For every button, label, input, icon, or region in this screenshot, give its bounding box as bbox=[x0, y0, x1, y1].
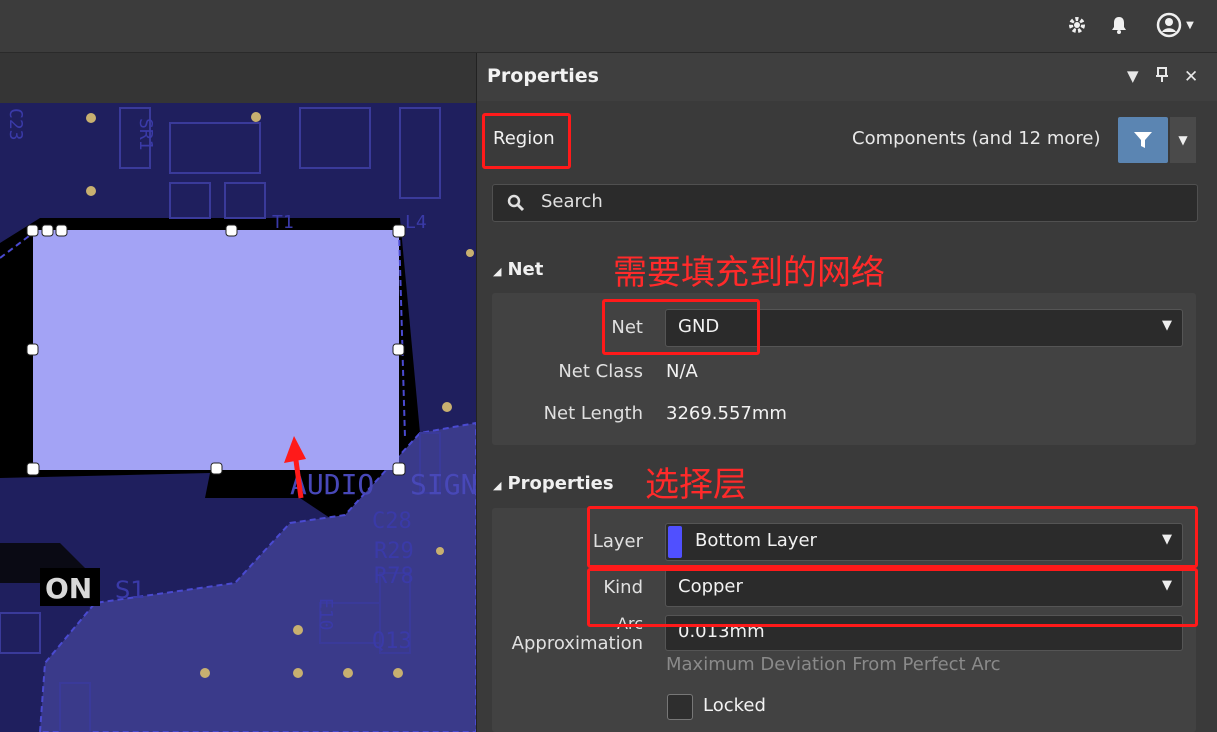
layer-select[interactable]: Bottom Layer ▼ bbox=[665, 523, 1183, 561]
pcb-text-sign: SIGN bbox=[410, 468, 476, 501]
panel-title: Properties bbox=[487, 65, 599, 87]
collapse-triangle-icon: ◢ bbox=[493, 265, 502, 278]
panel-header: Properties ▼ ✕ bbox=[477, 53, 1217, 101]
kind-value: Copper bbox=[678, 576, 743, 597]
locked-label: Locked bbox=[703, 695, 766, 716]
search-placeholder: Search bbox=[541, 191, 603, 212]
pcb-text-t1: T1 bbox=[272, 212, 294, 233]
kind-label: Kind bbox=[603, 577, 643, 598]
pcb-text-c28: C28 bbox=[372, 509, 412, 534]
filter-summary: Components (and 12 more) bbox=[852, 128, 1101, 149]
net-label: Net bbox=[611, 317, 643, 338]
pcb-text-q13: Q13 bbox=[372, 629, 412, 654]
net-select[interactable]: GND ▼ bbox=[665, 309, 1183, 347]
panel-menu-icon[interactable]: ▼ bbox=[1127, 67, 1139, 85]
selected-region[interactable] bbox=[0, 229, 406, 470]
search-input[interactable]: Search bbox=[492, 184, 1198, 222]
object-type-label: Region bbox=[493, 128, 555, 149]
net-class-label: Net Class bbox=[558, 361, 643, 382]
user-account-icon[interactable]: ▼ bbox=[1150, 12, 1200, 38]
filter-button[interactable] bbox=[1118, 117, 1168, 163]
gear-icon[interactable] bbox=[1064, 12, 1090, 38]
properties-section-title: Properties bbox=[507, 473, 614, 494]
pcb-text-r78: R78 bbox=[374, 564, 414, 589]
layer-color-swatch bbox=[668, 526, 682, 558]
pcb-text-s1: S1 bbox=[115, 576, 146, 604]
pcb-text-c23: C23 bbox=[5, 108, 26, 141]
kind-select[interactable]: Copper ▼ bbox=[665, 569, 1183, 607]
net-length-label: Net Length bbox=[543, 403, 643, 424]
properties-section-header[interactable]: ◢ Properties bbox=[493, 473, 614, 494]
chevron-down-icon: ▼ bbox=[1162, 532, 1172, 547]
pcb-text-e10: E10 bbox=[315, 598, 336, 631]
arc-approximation-input[interactable]: 0.013mm bbox=[665, 615, 1183, 651]
top-bar: ▼ bbox=[0, 0, 1217, 53]
arc-approximation-label: Arc Approximation bbox=[497, 616, 643, 656]
net-section-title: Net bbox=[507, 259, 544, 280]
arc-approximation-hint: Maximum Deviation From Perfect Arc bbox=[666, 654, 1001, 675]
arc-label-line2: Approximation bbox=[511, 633, 643, 654]
net-value: GND bbox=[678, 316, 720, 337]
bell-icon[interactable] bbox=[1106, 12, 1132, 38]
locked-checkbox[interactable] bbox=[667, 694, 693, 720]
net-section-header[interactable]: ◢ Net bbox=[493, 259, 543, 280]
net-class-value: N/A bbox=[666, 361, 698, 382]
chevron-down-icon: ▼ bbox=[1186, 19, 1194, 31]
pcb-text-on: ON bbox=[45, 572, 92, 605]
arc-approximation-value: 0.013mm bbox=[678, 621, 765, 642]
net-length-value: 3269.557mm bbox=[666, 403, 787, 424]
search-icon bbox=[507, 194, 525, 212]
document-tab-strip bbox=[0, 53, 476, 103]
arc-label-line1: Arc bbox=[617, 614, 643, 633]
pcb-text-r29: R29 bbox=[374, 539, 414, 564]
filter-icon bbox=[1134, 132, 1152, 148]
layer-value: Bottom Layer bbox=[695, 530, 817, 551]
pcb-label-on-s1: ON S1 bbox=[40, 568, 146, 606]
pin-icon[interactable] bbox=[1155, 67, 1169, 87]
pcb-canvas[interactable]: AUDIO SIGN C28 R29 R78 Q13 T1 L4 SR1 C23… bbox=[0, 103, 476, 732]
pcb-drawing: AUDIO SIGN C28 R29 R78 Q13 T1 L4 SR1 C23… bbox=[0, 107, 476, 732]
pcb-text-l4: L4 bbox=[405, 212, 427, 233]
chevron-down-icon: ▼ bbox=[1178, 133, 1188, 147]
close-icon[interactable]: ✕ bbox=[1184, 67, 1198, 87]
annotation-net-note: 需要填充到的网络 bbox=[613, 253, 885, 293]
chevron-down-icon: ▼ bbox=[1162, 578, 1172, 593]
filter-dropdown-button[interactable]: ▼ bbox=[1170, 117, 1196, 163]
properties-panel: Properties ▼ ✕ Region Components (and 12… bbox=[476, 53, 1217, 732]
annotation-layer-note: 选择层 bbox=[645, 465, 747, 505]
pcb-text-sr1: SR1 bbox=[135, 118, 156, 151]
collapse-triangle-icon: ◢ bbox=[493, 479, 502, 492]
chevron-down-icon: ▼ bbox=[1162, 318, 1172, 333]
layer-label: Layer bbox=[592, 531, 643, 552]
